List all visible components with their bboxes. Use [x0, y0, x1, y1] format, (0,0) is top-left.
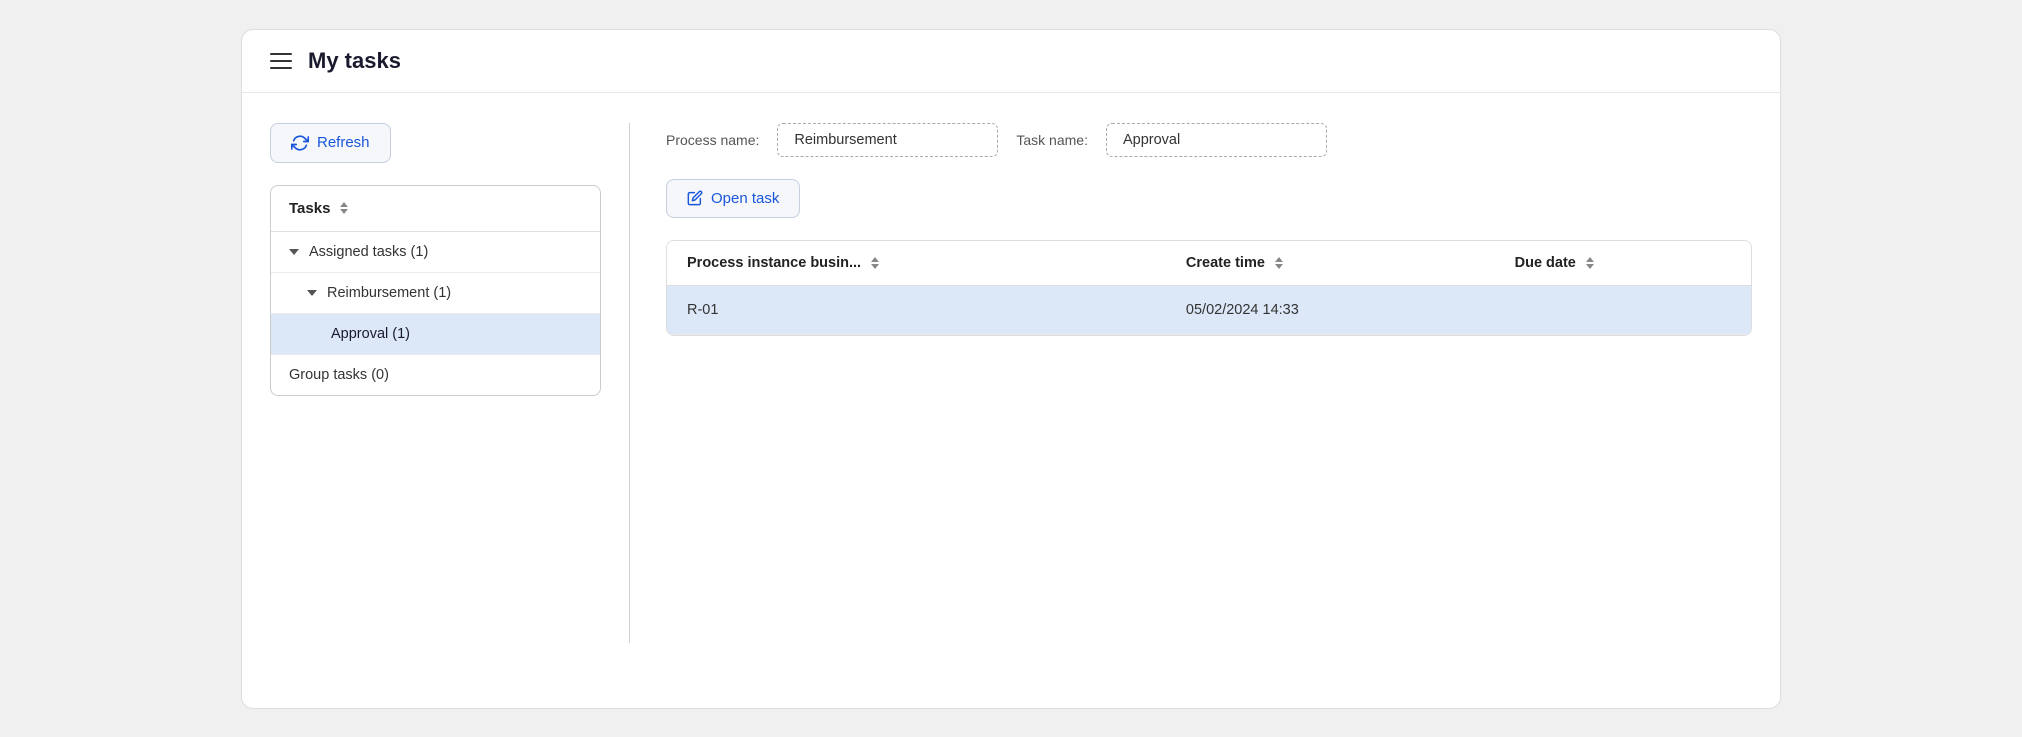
col-label-due-date: Due date — [1515, 255, 1576, 271]
open-task-label: Open task — [711, 190, 779, 207]
col-header-create-time[interactable]: Create time — [1166, 241, 1495, 286]
process-name-input[interactable] — [777, 123, 998, 157]
cell-due-date — [1495, 285, 1751, 334]
tree-item-label: Assigned tasks (1) — [309, 244, 428, 260]
col-sort-business-key[interactable] — [871, 257, 879, 269]
task-name-input[interactable] — [1106, 123, 1327, 157]
open-task-button[interactable]: Open task — [666, 179, 800, 218]
task-tree: Assigned tasks (1) Reimbursement (1) App… — [271, 232, 600, 395]
filter-row: Process name: Task name: — [666, 123, 1752, 157]
tree-item-approval[interactable]: Approval (1) — [271, 314, 600, 355]
col-sort-create-time[interactable] — [1275, 257, 1283, 269]
tasks-header-label: Tasks — [289, 200, 330, 217]
data-table-wrapper: Process instance busin... Create time — [666, 240, 1752, 336]
col-sort-due-date[interactable] — [1586, 257, 1594, 269]
cell-create-time: 05/02/2024 14:33 — [1166, 285, 1495, 334]
refresh-label: Refresh — [317, 134, 370, 151]
header: My tasks — [242, 30, 1780, 93]
tree-item-label: Group tasks (0) — [289, 367, 389, 383]
app-container: My tasks Refresh Tasks — [241, 29, 1781, 709]
tree-item-label: Reimbursement (1) — [327, 285, 451, 301]
main-layout: Refresh Tasks Assigned tasks (1) — [242, 93, 1780, 673]
tree-item-label: Approval (1) — [331, 326, 410, 342]
process-name-label: Process name: — [666, 132, 759, 148]
page-title: My tasks — [308, 48, 401, 74]
tasks-panel: Tasks Assigned tasks (1) Reim — [270, 185, 601, 396]
tree-item-assigned-tasks[interactable]: Assigned tasks (1) — [271, 232, 600, 273]
col-header-due-date[interactable]: Due date — [1495, 241, 1751, 286]
col-label-create-time: Create time — [1186, 255, 1265, 271]
content-area: Process name: Task name: Open task — [630, 123, 1752, 643]
tree-item-reimbursement[interactable]: Reimbursement (1) — [271, 273, 600, 314]
table-header-row: Process instance busin... Create time — [667, 241, 1751, 286]
col-header-business-key[interactable]: Process instance busin... — [667, 241, 1166, 286]
refresh-button[interactable]: Refresh — [270, 123, 391, 163]
table-row[interactable]: R-01 05/02/2024 14:33 — [667, 285, 1751, 334]
data-table: Process instance busin... Create time — [667, 241, 1751, 335]
tasks-sort-icon[interactable] — [340, 202, 348, 214]
chevron-down-icon — [307, 290, 317, 296]
refresh-icon — [291, 134, 309, 152]
pencil-icon — [687, 190, 703, 206]
tasks-panel-header: Tasks — [271, 186, 600, 232]
col-label-business-key: Process instance busin... — [687, 255, 861, 271]
chevron-down-icon — [289, 249, 299, 255]
tree-item-group-tasks[interactable]: Group tasks (0) — [271, 355, 600, 395]
cell-business-key: R-01 — [667, 285, 1166, 334]
sidebar: Refresh Tasks Assigned tasks (1) — [270, 123, 630, 643]
hamburger-icon[interactable] — [270, 53, 292, 69]
task-name-label: Task name: — [1016, 132, 1088, 148]
